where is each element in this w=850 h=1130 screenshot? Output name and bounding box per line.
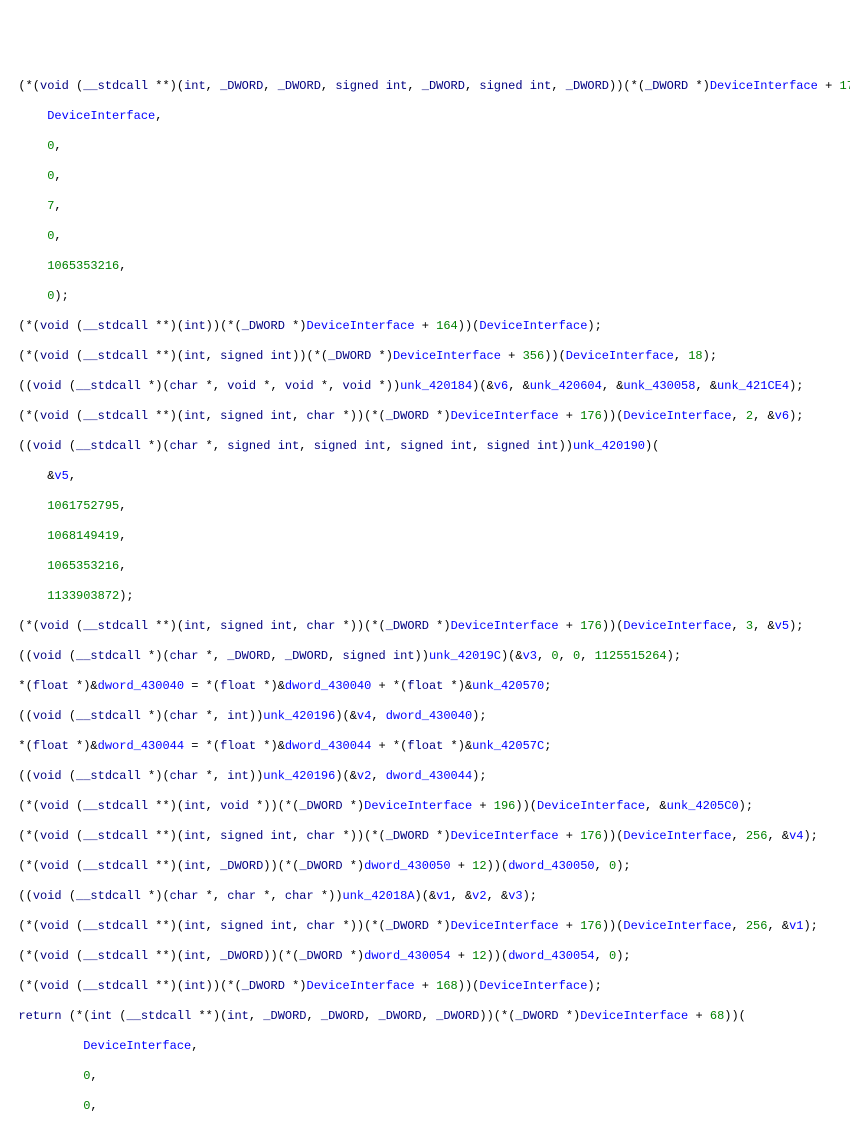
code-line: ((void (__stdcall *)(char *, int))unk_42… — [4, 769, 846, 784]
code-line: 1061752795, — [4, 499, 846, 514]
code-line: 0, — [4, 169, 846, 184]
code-line: 0, — [4, 1069, 846, 1084]
code-line: (*(void (__stdcall **)(int, signed int, … — [4, 409, 846, 424]
code-line: (*(void (__stdcall **)(int, signed int, … — [4, 919, 846, 934]
code-line: 1065353216, — [4, 259, 846, 274]
code-listing: (*(void (__stdcall **)(int, _DWORD, _DWO… — [4, 79, 846, 1130]
code-line: 0, — [4, 229, 846, 244]
code-line: 1065353216, — [4, 559, 846, 574]
code-line: DeviceInterface, — [4, 109, 846, 124]
code-line: *(float *)&dword_430040 = *(float *)&dwo… — [4, 679, 846, 694]
code-line: 0, — [4, 1129, 846, 1130]
code-line: (*(void (__stdcall **)(int, _DWORD))(*(_… — [4, 859, 846, 874]
code-line: (*(void (__stdcall **)(int))(*(_DWORD *)… — [4, 979, 846, 994]
code-line: ((void (__stdcall *)(char *, char *, cha… — [4, 889, 846, 904]
code-line: ((void (__stdcall *)(char *, int))unk_42… — [4, 709, 846, 724]
code-line: (*(void (__stdcall **)(int, void *))(*(_… — [4, 799, 846, 814]
code-line: 1133903872); — [4, 589, 846, 604]
code-line: 1068149419, — [4, 529, 846, 544]
code-line: 0, — [4, 1099, 846, 1114]
code-line: (*(void (__stdcall **)(int, _DWORD, _DWO… — [4, 79, 846, 94]
code-line: 7, — [4, 199, 846, 214]
code-line: (*(void (__stdcall **)(int, _DWORD))(*(_… — [4, 949, 846, 964]
code-line: &v5, — [4, 469, 846, 484]
code-line: (*(void (__stdcall **)(int))(*(_DWORD *)… — [4, 319, 846, 334]
code-line: ((void (__stdcall *)(char *, signed int,… — [4, 439, 846, 454]
code-line: ((void (__stdcall *)(char *, _DWORD, _DW… — [4, 649, 846, 664]
code-line: *(float *)&dword_430044 = *(float *)&dwo… — [4, 739, 846, 754]
code-line: return (*(int (__stdcall **)(int, _DWORD… — [4, 1009, 846, 1024]
code-line: (*(void (__stdcall **)(int, signed int, … — [4, 829, 846, 844]
code-line: ((void (__stdcall *)(char *, void *, voi… — [4, 379, 846, 394]
code-line: (*(void (__stdcall **)(int, signed int, … — [4, 619, 846, 634]
code-line: (*(void (__stdcall **)(int, signed int))… — [4, 349, 846, 364]
code-line: 0); — [4, 289, 846, 304]
code-line: 0, — [4, 139, 846, 154]
code-line: DeviceInterface, — [4, 1039, 846, 1054]
